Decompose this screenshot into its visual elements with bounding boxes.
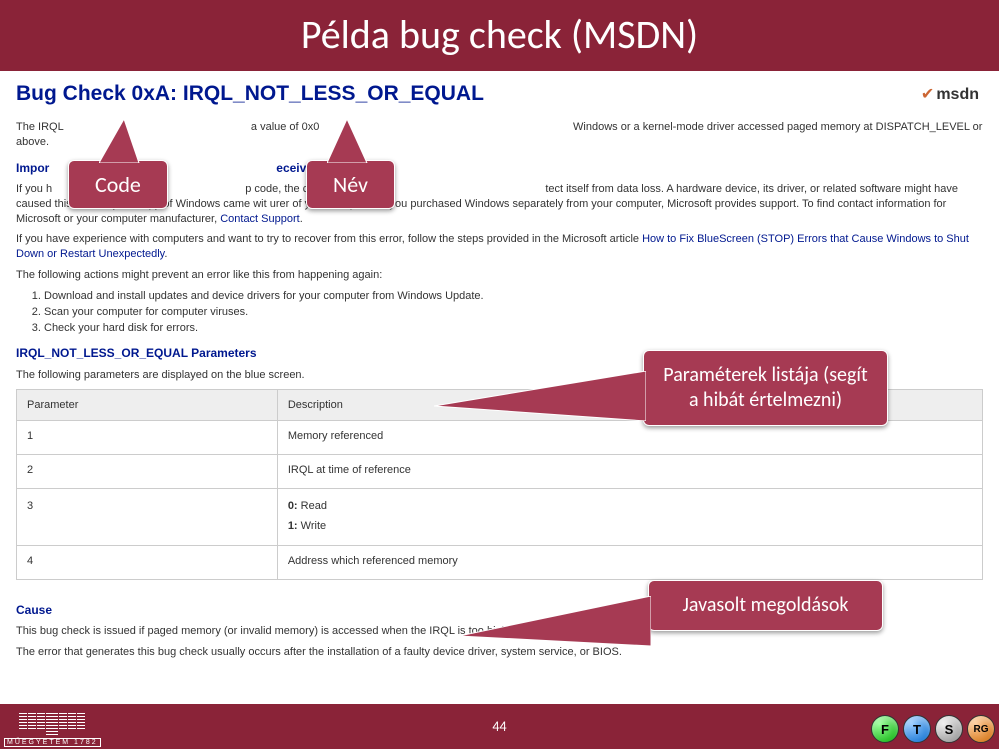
badge-rg-icon: RG — [967, 715, 995, 743]
callout-code: Code — [68, 160, 168, 209]
slide-title: Példa bug check (MSDN) — [0, 0, 999, 71]
callout-parameters: Paraméterek listája (segít a hibát értel… — [643, 350, 888, 426]
callout-pointer-icon — [434, 371, 646, 421]
steps-list: Download and install updates and device … — [44, 289, 983, 336]
article-heading: Bug Check 0xA: IRQL_NOT_LESS_OR_EQUAL — [16, 82, 987, 106]
callout-pointer-icon — [99, 119, 159, 163]
badge-t-icon: T — [903, 715, 931, 743]
contact-support-link[interactable]: Contact Support — [220, 213, 300, 225]
callout-pointer-icon — [327, 119, 387, 163]
footer-badges: F T S RG — [871, 715, 995, 743]
bme-logo: MŰEGYETEM 1782 — [4, 713, 101, 747]
table-row: 4Address which referenced memory — [17, 545, 983, 579]
cause-text-2: The error that generates this bug check … — [16, 645, 983, 660]
experience-paragraph: If you have experience with computers an… — [16, 232, 983, 262]
table-row: 2IRQL at time of reference — [17, 455, 983, 489]
list-item: Check your hard disk for errors. — [44, 321, 983, 336]
list-item: Scan your computer for computer viruses. — [44, 305, 983, 320]
page-number: 44 — [492, 718, 506, 735]
badge-f-icon: F — [871, 715, 899, 743]
callout-name: Név — [306, 160, 395, 209]
intro-paragraph: The IRQL xxxxxxxxxxxxxxxxxxxxxxxxxxxxxxx… — [16, 120, 983, 150]
list-item: Download and install updates and device … — [44, 289, 983, 304]
swoosh-icon: ✔ — [921, 86, 934, 103]
table-header: Parameter — [17, 389, 278, 421]
callout-solutions: Javasolt megoldások — [648, 580, 883, 631]
callout-pointer-icon — [459, 596, 651, 646]
slide-footer: MŰEGYETEM 1782 44 F T S RG — [0, 704, 999, 749]
table-row: 3 0: Read 1: Write — [17, 489, 983, 546]
prevent-line: The following actions might prevent an e… — [16, 268, 983, 283]
badge-s-icon: S — [935, 715, 963, 743]
msdn-logo: ✔msdn — [921, 84, 979, 104]
